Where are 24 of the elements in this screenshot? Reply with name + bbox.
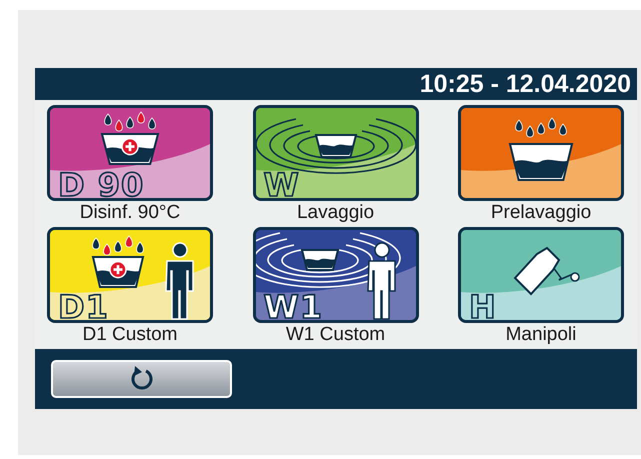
restart-icon [128,366,154,392]
program-label: D1 Custom [82,323,178,347]
basin-icon [314,134,357,158]
program-tile[interactable]: D 90 [47,105,213,201]
program-label: Manipoli [506,323,576,347]
drops-icon [92,236,144,256]
program-label: Lavaggio [296,201,374,225]
person-icon [165,242,194,320]
drops-icon [515,118,567,138]
person-icon [366,242,396,320]
program-label: Disinf. 90°C [80,201,180,225]
drops-icon [104,112,156,132]
program-tile[interactable]: W [252,105,418,201]
program-tile[interactable]: D1 [47,227,213,323]
program-label: W1 Custom [286,323,386,347]
handpiece-icon [514,246,580,296]
restart-button[interactable] [51,360,232,398]
basin-icon [300,249,339,271]
program-tile[interactable] [458,105,624,201]
program-label: Prelavaggio [490,201,592,225]
program-tile[interactable]: H [458,227,624,323]
program-tile[interactable]: W1 [252,227,418,323]
date-time: 10:25 - 12.04.2020 [420,70,631,98]
basin-icon [92,256,144,288]
